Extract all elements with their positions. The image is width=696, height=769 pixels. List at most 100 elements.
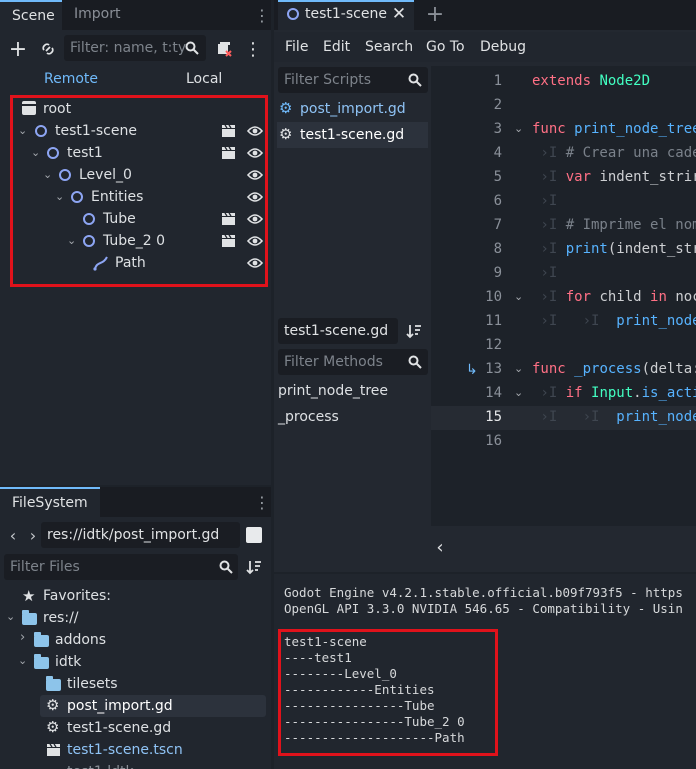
output-line: test1-scene — [284, 634, 367, 649]
sort-icon[interactable] — [244, 557, 264, 577]
chevron-down-icon[interactable]: ⌄ — [6, 610, 15, 623]
code-token: print_node_t — [616, 409, 696, 425]
local-button[interactable]: Local — [186, 71, 222, 87]
node-icon — [287, 8, 299, 20]
line-number: 11 — [485, 313, 502, 329]
folder-icon — [34, 632, 49, 647]
line-number: 14 — [485, 385, 502, 401]
chevron-left-icon[interactable]: ‹ — [432, 536, 448, 558]
chevron-down-icon[interactable]: ⌄ — [18, 654, 27, 667]
line-number: 10 — [485, 289, 502, 305]
more-options-icon[interactable]: ⋮ — [254, 4, 270, 26]
line-number: 15 — [485, 409, 502, 425]
chevron-right-icon[interactable]: › — [20, 630, 25, 645]
code-token: for — [565, 289, 592, 305]
split-view-icon[interactable] — [246, 527, 262, 543]
folder-icon — [46, 676, 61, 691]
add-tab-icon[interactable]: + — [424, 2, 446, 27]
fs-item-test1-scene-tscn[interactable]: test1-scene.tscn — [67, 739, 183, 761]
tab-import[interactable]: Import — [62, 0, 132, 30]
override-arrow-icon: ↳ — [466, 362, 478, 378]
fs-item-idtk[interactable]: idtk — [55, 651, 81, 673]
fs-item-test1-ldtk[interactable]: test1.ldtk — [67, 761, 134, 769]
method-item-process[interactable]: _process — [278, 406, 339, 428]
scene-menu-icon[interactable]: ⋮ — [244, 37, 262, 61]
filesystem-path-input[interactable]: res://idtk/post_import.gd — [41, 522, 240, 548]
code-line: ›I — [532, 193, 558, 209]
line-number: 5 — [493, 169, 502, 185]
fold-chevron-icon[interactable]: ⌄ — [514, 386, 523, 399]
fs-item-res[interactable]: res:// — [43, 607, 79, 629]
code-token: is_actic — [641, 385, 696, 401]
current-script-field[interactable]: test1-scene.gd — [278, 318, 398, 344]
code-line: extends Node2D — [532, 73, 650, 89]
output-line: ----test1 — [284, 650, 352, 665]
code-line: ›I if Input.is_actic — [532, 385, 696, 401]
instance-scene-icon[interactable] — [212, 37, 236, 61]
code-token: # Imprime el nom — [565, 217, 696, 233]
code-token: var — [565, 169, 592, 185]
menu-edit[interactable]: Edit — [323, 32, 350, 62]
code-token: func — [532, 121, 566, 137]
add-node-icon[interactable]: + — [6, 37, 30, 62]
line-number: 8 — [493, 241, 502, 257]
code-token: if — [565, 385, 583, 401]
script-item-post-import[interactable]: post_import.gd — [300, 98, 406, 120]
code-token: extends — [532, 73, 592, 89]
fold-chevron-icon[interactable]: ⌄ — [514, 362, 523, 375]
menu-go-to[interactable]: Go To — [426, 32, 465, 62]
method-item-print-node-tree[interactable]: print_node_tree — [278, 380, 388, 402]
fs-item-post-import[interactable]: post_import.gd — [67, 695, 173, 717]
code-line: func _process(delta: — [532, 361, 696, 377]
line-number: 4 — [493, 145, 502, 161]
favorites-label: Favorites: — [43, 588, 111, 604]
folder-icon — [34, 654, 49, 669]
filesystem-path-text: res://idtk/post_import.gd — [47, 527, 220, 543]
gear-icon: ⚙ — [279, 125, 293, 143]
remote-button[interactable]: Remote — [44, 71, 98, 87]
search-icon — [182, 38, 202, 58]
fold-chevron-icon[interactable]: ⌄ — [514, 122, 523, 135]
back-arrow-icon[interactable]: ‹ — [6, 524, 20, 546]
code-token: print — [565, 241, 608, 257]
filter-files-input[interactable]: Filter Files — [4, 554, 238, 580]
filter-scripts-placeholder: Filter Scripts — [284, 72, 372, 88]
code-line: ›I # Crear una cade — [532, 145, 696, 161]
code-token: Node2D — [599, 73, 651, 89]
link-icon[interactable] — [36, 37, 60, 61]
close-icon[interactable]: ✕ — [390, 4, 408, 24]
code-line: ›I ›I print_node_t — [532, 409, 696, 425]
output-line: ------------Entities — [284, 682, 435, 697]
code-token: Input — [591, 385, 634, 401]
code-token: . — [633, 385, 642, 401]
line-number: 16 — [485, 433, 502, 449]
code-token: func — [532, 361, 566, 377]
clapperboard-icon — [46, 743, 61, 761]
menu-debug[interactable]: Debug — [480, 32, 526, 62]
sort-icon[interactable] — [404, 321, 424, 341]
tab-filesystem[interactable]: FileSystem — [0, 487, 100, 517]
more-options-icon[interactable]: ⋮ — [254, 491, 270, 513]
scene-filter-placeholder: Filter: name, t:ty — [70, 40, 187, 56]
tab-scene[interactable]: Scene — [0, 0, 62, 30]
fs-item-tilesets[interactable]: tilesets — [67, 673, 118, 695]
code-token: print_node_tree — [574, 121, 696, 137]
line-number: 2 — [493, 97, 502, 113]
code-line: func print_node_tree — [532, 121, 696, 137]
fold-chevron-icon[interactable]: ⌄ — [514, 290, 523, 303]
forward-arrow-icon[interactable]: › — [26, 524, 40, 546]
code-token: (delta: — [641, 361, 696, 377]
line-number: 3 — [493, 121, 502, 137]
menu-file[interactable]: File — [285, 32, 308, 62]
code-line: ›I ›I print_node_t — [532, 313, 696, 329]
script-item-test1-scene[interactable]: test1-scene.gd — [300, 124, 404, 146]
fs-item-test1-scene-gd[interactable]: test1-scene.gd — [67, 717, 171, 739]
output-line: ----------------Tube — [284, 698, 435, 713]
code-token: child — [599, 289, 642, 305]
output-line: --------Level_0 — [284, 666, 397, 681]
menu-search[interactable]: Search — [365, 32, 413, 62]
gear-icon: ⚙ — [46, 718, 60, 736]
fs-item-addons[interactable]: addons — [55, 629, 106, 651]
code-token: _process — [574, 361, 642, 377]
line-number: 7 — [493, 217, 502, 233]
